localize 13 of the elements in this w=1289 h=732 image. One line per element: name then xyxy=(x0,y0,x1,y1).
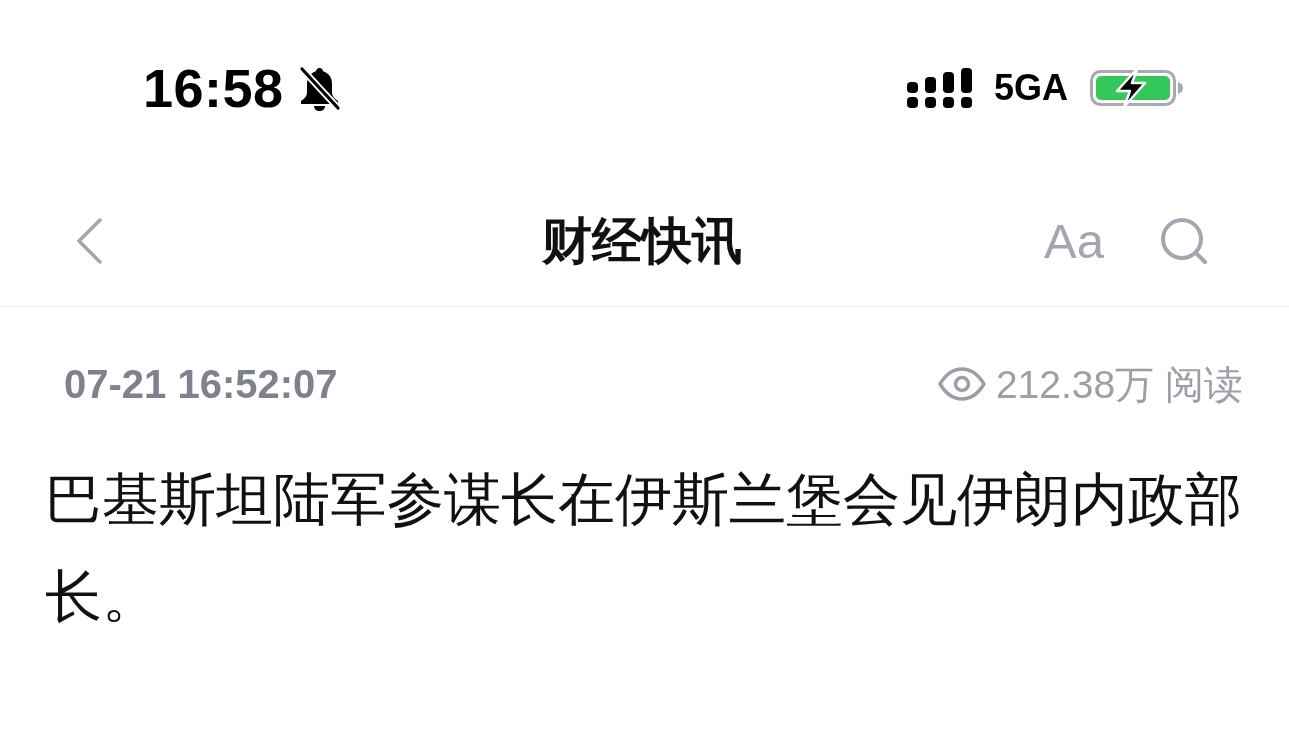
clock-time: 16:58 xyxy=(143,61,284,115)
view-count: 212.38万 阅读 xyxy=(995,364,1243,404)
article-text: 巴基斯坦陆军参谋长在伊斯兰堡会见伊朗内政部长。 xyxy=(45,466,1243,630)
chevron-left-icon xyxy=(75,218,103,264)
page-title: 财经快讯 xyxy=(541,213,742,269)
timestamp: 07-21 16:52:07 xyxy=(64,364,338,404)
signal-icon xyxy=(906,68,972,108)
font-size-button[interactable]: Aa xyxy=(1044,216,1104,266)
search-icon xyxy=(1160,218,1208,264)
network-type: 5GA xyxy=(993,70,1068,106)
search-button[interactable] xyxy=(1160,218,1208,264)
back-button[interactable] xyxy=(75,218,103,264)
eye-icon xyxy=(937,367,986,401)
